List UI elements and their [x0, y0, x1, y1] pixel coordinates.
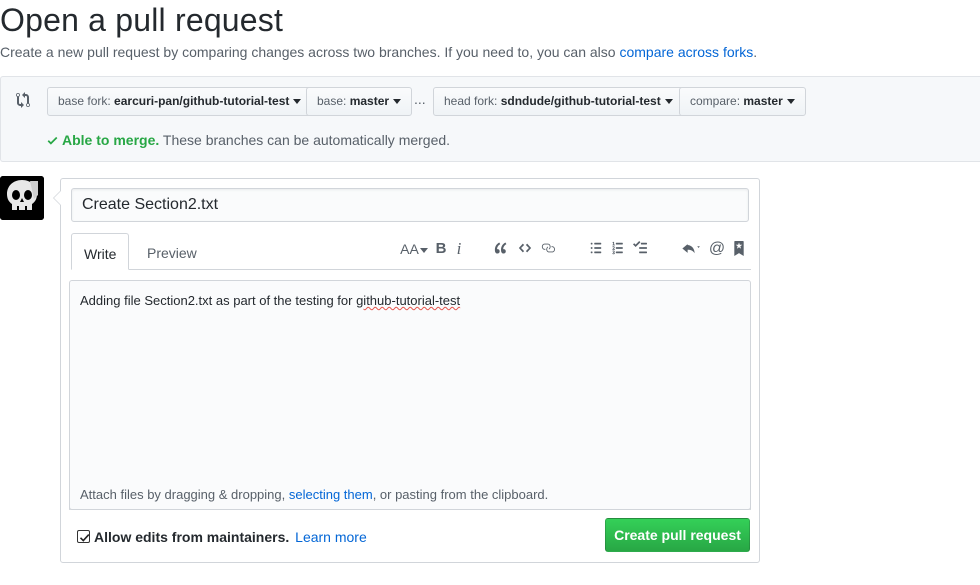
- avatar: [0, 176, 44, 220]
- body-file-name: Section2.txt: [144, 293, 213, 308]
- link-icon[interactable]: [539, 240, 557, 258]
- page-description: Create a new pull request by comparing c…: [0, 44, 757, 60]
- compare-branch-label: compare:: [690, 94, 741, 108]
- tab-preview[interactable]: Preview: [135, 233, 209, 270]
- description-end: .: [753, 44, 758, 60]
- page-title: Open a pull request: [0, 2, 284, 38]
- pr-body-textarea[interactable]: Adding file Section2.txt as part of the …: [69, 280, 751, 510]
- base-branch-select[interactable]: base: master: [306, 87, 413, 116]
- dropdown-caret-icon: [393, 99, 402, 105]
- merge-status-ok: Able to merge.: [62, 132, 160, 148]
- body-text-prefix: Adding file: [80, 293, 145, 308]
- compare-branch-select[interactable]: compare: master: [679, 87, 806, 116]
- body-text-middle: as part of the testing for: [212, 293, 357, 308]
- text-size-glyph: AA: [400, 241, 419, 257]
- head-fork-select[interactable]: head fork: sdndude/github-tutorial-test: [433, 87, 684, 116]
- allow-edits-option: Allow edits from maintainers. Learn more: [77, 529, 367, 545]
- compare-across-forks-link[interactable]: compare across forks: [619, 44, 753, 60]
- text-size-caret-icon: [419, 247, 428, 253]
- allow-edits-checkbox[interactable]: [77, 530, 90, 543]
- create-pull-request-button[interactable]: Create pull request: [605, 518, 750, 552]
- attach-text-prefix: Attach files by dragging & dropping,: [80, 487, 289, 502]
- mention-icon[interactable]: @: [708, 240, 726, 258]
- body-repo-name: github-tutorial-test: [356, 293, 461, 308]
- head-fork-label: head fork:: [444, 94, 498, 108]
- base-fork-select[interactable]: base fork: earcuri-pan/github-tutorial-t…: [47, 87, 313, 116]
- description-text: Create a new pull request by comparing c…: [0, 44, 620, 60]
- selecting-them-link[interactable]: selecting them: [289, 487, 373, 502]
- branch-range-editor: base fork: earcuri-pan/github-tutorial-t…: [0, 76, 980, 162]
- bold-icon[interactable]: B: [432, 240, 450, 258]
- pull-request-form: Write Preview AA B i @ Adding file Secti…: [53, 178, 760, 563]
- reply-icon[interactable]: [680, 240, 704, 258]
- base-branch-value: master: [349, 94, 390, 108]
- quote-icon[interactable]: [492, 240, 510, 258]
- dropdown-caret-icon: [293, 99, 302, 105]
- merge-status-text: These branches can be automatically merg…: [162, 132, 451, 148]
- pr-title-input[interactable]: [71, 188, 749, 222]
- text-size-icon[interactable]: AA: [399, 240, 429, 258]
- head-fork-value: sdndude/github-tutorial-test: [500, 94, 661, 108]
- base-branch-label: base:: [317, 94, 347, 108]
- dropdown-caret-icon: [664, 99, 673, 105]
- merge-status: Able to merge. These branches can be aut…: [46, 132, 450, 148]
- compare-branch-value: master: [743, 94, 783, 108]
- attach-text-suffix: , or pasting from the clipboard.: [372, 487, 549, 502]
- git-compare-icon: [16, 92, 32, 108]
- dropdown-caret-icon: [786, 99, 795, 105]
- code-icon[interactable]: [516, 240, 534, 258]
- tab-divider: [71, 269, 751, 270]
- base-fork-label: base fork:: [58, 94, 111, 108]
- bookmark-icon[interactable]: [730, 240, 748, 258]
- tab-write[interactable]: Write: [71, 233, 130, 270]
- file-attachment-bar[interactable]: Attach files by dragging & dropping, sel…: [69, 479, 751, 510]
- ordered-list-icon[interactable]: [609, 240, 627, 258]
- allow-edits-label: Allow edits from maintainers.: [94, 529, 290, 545]
- base-fork-value: earcuri-pan/github-tutorial-test: [114, 94, 290, 108]
- check-icon: [46, 134, 59, 147]
- learn-more-link[interactable]: Learn more: [295, 529, 367, 545]
- task-list-icon[interactable]: [631, 240, 649, 258]
- italic-icon[interactable]: i: [450, 240, 468, 258]
- range-dots: ...: [414, 91, 426, 107]
- unordered-list-icon[interactable]: [587, 240, 605, 258]
